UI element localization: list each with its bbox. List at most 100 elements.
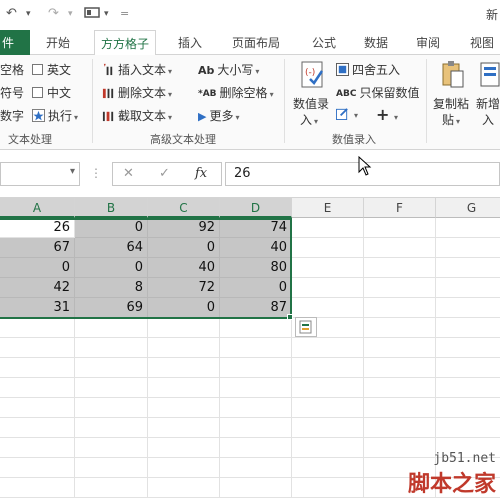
cell-d8[interactable] bbox=[220, 358, 292, 378]
cell-c12[interactable] bbox=[148, 438, 220, 458]
column-header-f[interactable]: F bbox=[364, 198, 436, 218]
number-button[interactable]: 数字 bbox=[0, 107, 24, 124]
cell-a6[interactable] bbox=[0, 318, 75, 338]
new-insert-button-line2[interactable]: 入 bbox=[482, 111, 494, 128]
cell-g7[interactable] bbox=[436, 338, 500, 358]
cell-e1[interactable] bbox=[292, 218, 364, 238]
cell-e14[interactable] bbox=[292, 478, 364, 498]
remove-space-button[interactable]: *AB 删除空格 ▾ bbox=[198, 84, 274, 102]
cell-d9[interactable] bbox=[220, 378, 292, 398]
cancel-icon[interactable]: ✕ bbox=[123, 166, 134, 181]
cell-c5[interactable]: 0 bbox=[148, 298, 220, 318]
cell-e9[interactable] bbox=[292, 378, 364, 398]
cell-c3[interactable]: 40 bbox=[148, 258, 220, 278]
cell-f4[interactable] bbox=[364, 278, 436, 298]
cell-c14[interactable] bbox=[148, 478, 220, 498]
cell-e2[interactable] bbox=[292, 238, 364, 258]
english-checkbox-box[interactable] bbox=[32, 64, 43, 75]
cell-b5[interactable]: 69 bbox=[75, 298, 148, 318]
cell-g10[interactable] bbox=[436, 398, 500, 418]
cell-b9[interactable] bbox=[75, 378, 148, 398]
cell-a5[interactable]: 31 bbox=[0, 298, 75, 318]
cell-a9[interactable] bbox=[0, 378, 75, 398]
cell-b12[interactable] bbox=[75, 438, 148, 458]
cell-f7[interactable] bbox=[364, 338, 436, 358]
cell-c10[interactable] bbox=[148, 398, 220, 418]
tab-fangfang[interactable]: 方方格子 bbox=[94, 30, 157, 56]
column-header-a[interactable]: A bbox=[0, 198, 75, 218]
chinese-checkbox[interactable]: 中文 bbox=[32, 84, 71, 101]
cell-g5[interactable] bbox=[436, 298, 500, 318]
column-header-b[interactable]: B bbox=[75, 198, 148, 218]
cell-g4[interactable] bbox=[436, 278, 500, 298]
cell-d14[interactable] bbox=[220, 478, 292, 498]
cell-f11[interactable] bbox=[364, 418, 436, 438]
insert-text-dropdown-icon[interactable]: ▾ bbox=[168, 67, 172, 76]
cell-b11[interactable] bbox=[75, 418, 148, 438]
cell-e8[interactable] bbox=[292, 358, 364, 378]
copy-paste-button[interactable]: 复制粘 bbox=[433, 95, 469, 112]
delete-text-dropdown-icon[interactable]: ▾ bbox=[168, 90, 172, 99]
cell-a14[interactable] bbox=[0, 478, 75, 498]
cell-e4[interactable] bbox=[292, 278, 364, 298]
keep-number-button[interactable]: ABC 只保留数值 bbox=[336, 84, 419, 102]
redo-dropdown-icon[interactable]: ▾ bbox=[68, 9, 73, 19]
cell-d5[interactable]: 87 bbox=[220, 298, 292, 318]
cell-e5[interactable] bbox=[292, 298, 364, 318]
cell-f10[interactable] bbox=[364, 398, 436, 418]
qat-more-icon[interactable]: ▾ bbox=[104, 9, 109, 19]
tab-view[interactable]: 视图 bbox=[470, 34, 494, 51]
space-button[interactable]: 空格 bbox=[0, 61, 24, 78]
cell-f2[interactable] bbox=[364, 238, 436, 258]
new-insert-button[interactable]: 新增 bbox=[476, 95, 500, 112]
symbol-button[interactable]: 符号 bbox=[0, 84, 24, 101]
cell-d12[interactable] bbox=[220, 438, 292, 458]
case-dropdown-icon[interactable]: ▾ bbox=[255, 67, 259, 76]
cell-f6[interactable] bbox=[364, 318, 436, 338]
cell-c11[interactable] bbox=[148, 418, 220, 438]
english-checkbox[interactable]: 英文 bbox=[32, 61, 71, 78]
chinese-checkbox-box[interactable] bbox=[32, 87, 43, 98]
cell-d13[interactable] bbox=[220, 458, 292, 478]
cell-b10[interactable] bbox=[75, 398, 148, 418]
cell-d4[interactable]: 0 bbox=[220, 278, 292, 298]
delete-text-button[interactable]: 删除文本 ▾ bbox=[102, 84, 172, 101]
cell-b3[interactable]: 0 bbox=[75, 258, 148, 278]
cell-b4[interactable]: 8 bbox=[75, 278, 148, 298]
cell-b2[interactable]: 64 bbox=[75, 238, 148, 258]
insert-text-button[interactable]: 插入文本 ▾ bbox=[102, 61, 172, 78]
tab-page-layout[interactable]: 页面布局 bbox=[232, 34, 280, 51]
tab-formulas[interactable]: 公式 bbox=[312, 34, 336, 51]
number-entry-button-line2[interactable]: 入 ▾ bbox=[300, 111, 318, 128]
case-button[interactable]: Ab 大小写 ▾ bbox=[198, 61, 259, 78]
fill-handle[interactable] bbox=[287, 314, 293, 320]
cell-c4[interactable]: 72 bbox=[148, 278, 220, 298]
cell-c2[interactable]: 0 bbox=[148, 238, 220, 258]
execute-button[interactable]: 执行 ▾ bbox=[32, 107, 78, 124]
cell-a4[interactable]: 42 bbox=[0, 278, 75, 298]
number-edit-button[interactable]: ▾ bbox=[336, 107, 358, 121]
undo-icon[interactable]: ↶ bbox=[6, 6, 17, 21]
redo-icon[interactable]: ↷ bbox=[48, 6, 59, 21]
cell-a2[interactable]: 67 bbox=[0, 238, 75, 258]
cell-a7[interactable] bbox=[0, 338, 75, 358]
cell-f1[interactable] bbox=[364, 218, 436, 238]
more-dropdown-icon[interactable]: ▾ bbox=[235, 113, 239, 122]
add-icon[interactable]: + bbox=[376, 105, 389, 124]
cell-d6[interactable] bbox=[220, 318, 292, 338]
cell-c13[interactable] bbox=[148, 458, 220, 478]
cell-a8[interactable] bbox=[0, 358, 75, 378]
cell-b1[interactable]: 0 bbox=[75, 218, 148, 238]
quick-analysis-button[interactable] bbox=[295, 317, 317, 337]
cell-e12[interactable] bbox=[292, 438, 364, 458]
cell-a10[interactable] bbox=[0, 398, 75, 418]
cell-g9[interactable] bbox=[436, 378, 500, 398]
add-dropdown-icon[interactable]: ▾ bbox=[392, 109, 398, 123]
edit-dropdown-icon[interactable]: ▾ bbox=[354, 111, 358, 120]
cell-g8[interactable] bbox=[436, 358, 500, 378]
cell-e11[interactable] bbox=[292, 418, 364, 438]
cell-a12[interactable] bbox=[0, 438, 75, 458]
cell-e10[interactable] bbox=[292, 398, 364, 418]
cell-b7[interactable] bbox=[75, 338, 148, 358]
undo-dropdown-icon[interactable]: ▾ bbox=[26, 9, 31, 19]
